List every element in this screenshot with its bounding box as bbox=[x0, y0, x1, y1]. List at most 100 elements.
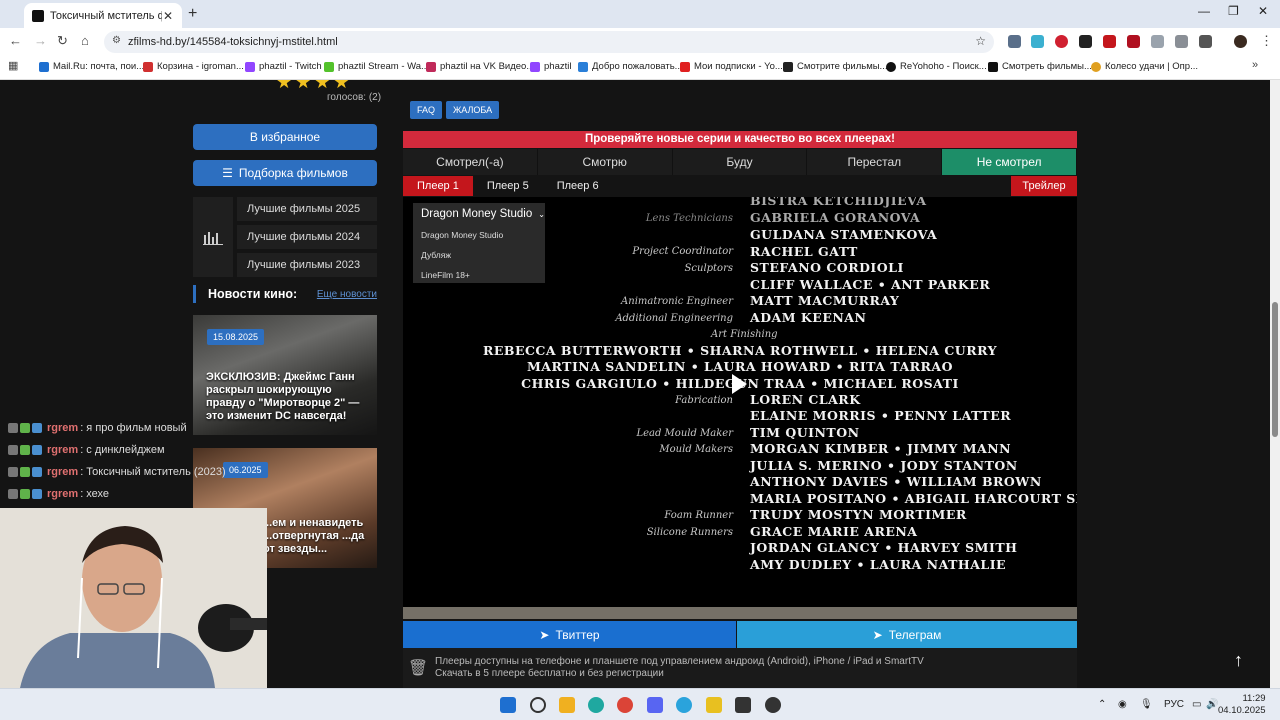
bookmark-item[interactable]: Мои подписки - Yo... bbox=[680, 61, 783, 72]
page-scrollbar[interactable] bbox=[1270, 80, 1280, 688]
dub-dropdown[interactable]: Dragon Money Studio ⌄ Dragon Money Studio… bbox=[413, 203, 545, 283]
search-icon[interactable] bbox=[530, 697, 546, 713]
reload-icon[interactable]: ↻ bbox=[57, 33, 68, 49]
best-2023-link[interactable]: Лучшие фильмы 2023 bbox=[237, 253, 377, 277]
notice-banner: Проверяйте новые серии и качество во все… bbox=[403, 131, 1077, 148]
extension-icon[interactable] bbox=[1079, 35, 1092, 48]
info-line: Плееры доступны на телефоне и планшете п… bbox=[435, 656, 924, 667]
status-watching[interactable]: Смотрю bbox=[538, 149, 673, 175]
url-text: zfilms-hd.by/145584-toksichnyj-mstitel.h… bbox=[128, 36, 338, 48]
menu-kebab-icon[interactable]: ⋮ bbox=[1260, 33, 1273, 49]
obs-icon[interactable] bbox=[765, 697, 781, 713]
video-progress-bar[interactable] bbox=[403, 607, 1077, 619]
bookmarks-bar: ▦ Mail.Ru: почта, пои... Корзина - igrom… bbox=[0, 56, 1280, 80]
bookmark-item[interactable]: phaztil - Twitch bbox=[245, 61, 322, 72]
close-window-icon[interactable]: ✕ bbox=[1258, 4, 1268, 18]
best-2025-link[interactable]: Лучшие фильмы 2025 bbox=[237, 197, 377, 221]
share-telegram-button[interactable]: ➤ Телеграм bbox=[737, 621, 1077, 648]
more-news-link[interactable]: Еще новости bbox=[317, 289, 377, 300]
extension-icon[interactable] bbox=[1127, 35, 1140, 48]
apps-grid-icon[interactable]: ▦ bbox=[8, 59, 18, 72]
tab-player-5[interactable]: Плеер 5 bbox=[473, 176, 543, 196]
list-icon: ☰ bbox=[222, 166, 233, 180]
play-icon[interactable] bbox=[732, 374, 747, 394]
bookmark-item[interactable]: Смотрите фильмы... bbox=[783, 61, 887, 72]
bookmark-item[interactable]: phaztil bbox=[530, 61, 571, 72]
app-icon[interactable] bbox=[706, 697, 722, 713]
profile-avatar[interactable] bbox=[1234, 35, 1247, 48]
language-indicator[interactable]: РУС bbox=[1164, 699, 1184, 710]
address-bar[interactable]: ⚙ zfilms-hd.by/145584-toksichnyj-mstitel… bbox=[104, 31, 994, 53]
movie-selection-button[interactable]: ☰ Подборка фильмов bbox=[193, 160, 377, 186]
dub-option[interactable]: LineFilm 18+ bbox=[413, 265, 545, 285]
tab-player-1[interactable]: Плеер 1 bbox=[403, 176, 473, 196]
bookmark-item[interactable]: Колесо удачи | Опр... bbox=[1091, 61, 1198, 72]
dub-option[interactable]: Dragon Money Studio bbox=[413, 225, 545, 245]
chat-message: rgrem: с динклейджем bbox=[8, 441, 268, 459]
status-not-watched[interactable]: Не смотрел bbox=[942, 149, 1077, 175]
file-explorer-icon[interactable] bbox=[559, 697, 575, 713]
telegram-icon[interactable] bbox=[676, 697, 692, 713]
extension-icon[interactable] bbox=[1008, 35, 1021, 48]
status-watched[interactable]: Смотрел(-а) bbox=[403, 149, 538, 175]
volume-icon[interactable]: 🔊 bbox=[1206, 699, 1218, 710]
app-icon[interactable] bbox=[735, 697, 751, 713]
bookmark-item[interactable]: ReYohoho - Поиск... bbox=[886, 61, 987, 72]
extension-icon[interactable] bbox=[1055, 35, 1068, 48]
bookmark-item[interactable]: Корзина - igroman... bbox=[143, 61, 244, 72]
player-tabs: Плеер 1 Плеер 5 Плеер 6 bbox=[403, 176, 1077, 196]
bookmark-item[interactable]: Mail.Ru: почта, пои... bbox=[39, 61, 144, 72]
tab-player-6[interactable]: Плеер 6 bbox=[543, 176, 613, 196]
best-2024-link[interactable]: Лучшие фильмы 2024 bbox=[237, 225, 377, 249]
share-twitter-button[interactable]: ➤ Твиттер bbox=[403, 621, 736, 648]
extension-icon[interactable] bbox=[1031, 35, 1044, 48]
dub-option[interactable]: Дубляж bbox=[413, 245, 545, 265]
tab-title: Токсичный мститель фильм 2 bbox=[50, 9, 162, 22]
back-icon[interactable]: ← bbox=[9, 33, 22, 48]
votes-count: голосов: (2) bbox=[327, 92, 382, 103]
news-card[interactable]: 15.08.2025 ЭКСКЛЮЗИВ: Джеймс Ганн раскры… bbox=[193, 315, 377, 435]
site-info-icon[interactable]: ⚙ bbox=[112, 35, 121, 46]
extension-icon[interactable] bbox=[1175, 35, 1188, 48]
webcam-overlay bbox=[0, 508, 267, 688]
forward-icon[interactable]: → bbox=[34, 33, 47, 48]
news-headline: ЭКСКЛЮЗИВ: Джеймс Ганн раскрыл шокирующу… bbox=[206, 371, 360, 422]
scrollbar-thumb[interactable] bbox=[1272, 302, 1278, 437]
start-icon[interactable] bbox=[500, 697, 516, 713]
restore-icon[interactable]: ❐ bbox=[1228, 4, 1239, 18]
browser-tab[interactable]: Токсичный мститель фильм 2 ✕ bbox=[24, 3, 182, 28]
video-player[interactable]: BISTRA KETCHIDJIEVA Lens Technicians GAB… bbox=[403, 197, 1077, 607]
scroll-to-top-icon[interactable]: ↑ bbox=[1234, 650, 1243, 671]
news-title: Новости кино: bbox=[208, 287, 298, 301]
dub-selected[interactable]: Dragon Money Studio ⌄ bbox=[413, 203, 545, 225]
extension-icon[interactable] bbox=[1151, 35, 1164, 48]
home-icon[interactable]: ⌂ bbox=[81, 33, 89, 48]
clock[interactable]: 11:29 04.10.2025 bbox=[1218, 693, 1266, 717]
tray-expand-icon[interactable]: ⌃ bbox=[1098, 699, 1106, 710]
trailer-button[interactable]: Трейлер bbox=[1011, 176, 1077, 196]
bookmark-star-icon[interactable]: ☆ bbox=[975, 34, 986, 48]
bookmark-item[interactable]: phaztil на VK Видео... bbox=[426, 61, 534, 72]
extension-icon[interactable] bbox=[1103, 35, 1116, 48]
more-bookmarks-icon[interactable]: » bbox=[1252, 59, 1258, 71]
add-to-favorites-button[interactable]: В избранное bbox=[193, 124, 377, 150]
chat-message: rgrem: хехе bbox=[8, 485, 268, 503]
bookmark-item[interactable]: Добро пожаловать... bbox=[578, 61, 683, 72]
new-tab-icon[interactable]: + bbox=[188, 5, 197, 23]
status-dropped[interactable]: Перестал bbox=[807, 149, 943, 175]
discord-icon[interactable] bbox=[647, 697, 663, 713]
display-icon[interactable]: ▭ bbox=[1192, 699, 1201, 710]
status-will-watch[interactable]: Буду bbox=[673, 149, 808, 175]
minimize-icon[interactable]: — bbox=[1198, 4, 1210, 18]
microphone-icon[interactable]: 🎙 bbox=[1140, 699, 1153, 710]
extensions-puzzle-icon[interactable] bbox=[1199, 35, 1212, 48]
bookmark-item[interactable]: Смотреть фильмы... bbox=[988, 61, 1092, 72]
faq-button[interactable]: FAQ bbox=[410, 101, 443, 119]
chrome-icon[interactable] bbox=[617, 697, 633, 713]
close-tab-icon[interactable]: ✕ bbox=[162, 9, 174, 23]
network-icon[interactable]: ◉ bbox=[1118, 699, 1127, 710]
paper-plane-icon: ➤ bbox=[872, 627, 883, 642]
edge-icon[interactable] bbox=[588, 697, 604, 713]
report-button[interactable]: ЖАЛОБА bbox=[446, 101, 500, 119]
bookmark-item[interactable]: phaztil Stream - Wa... bbox=[324, 61, 429, 72]
